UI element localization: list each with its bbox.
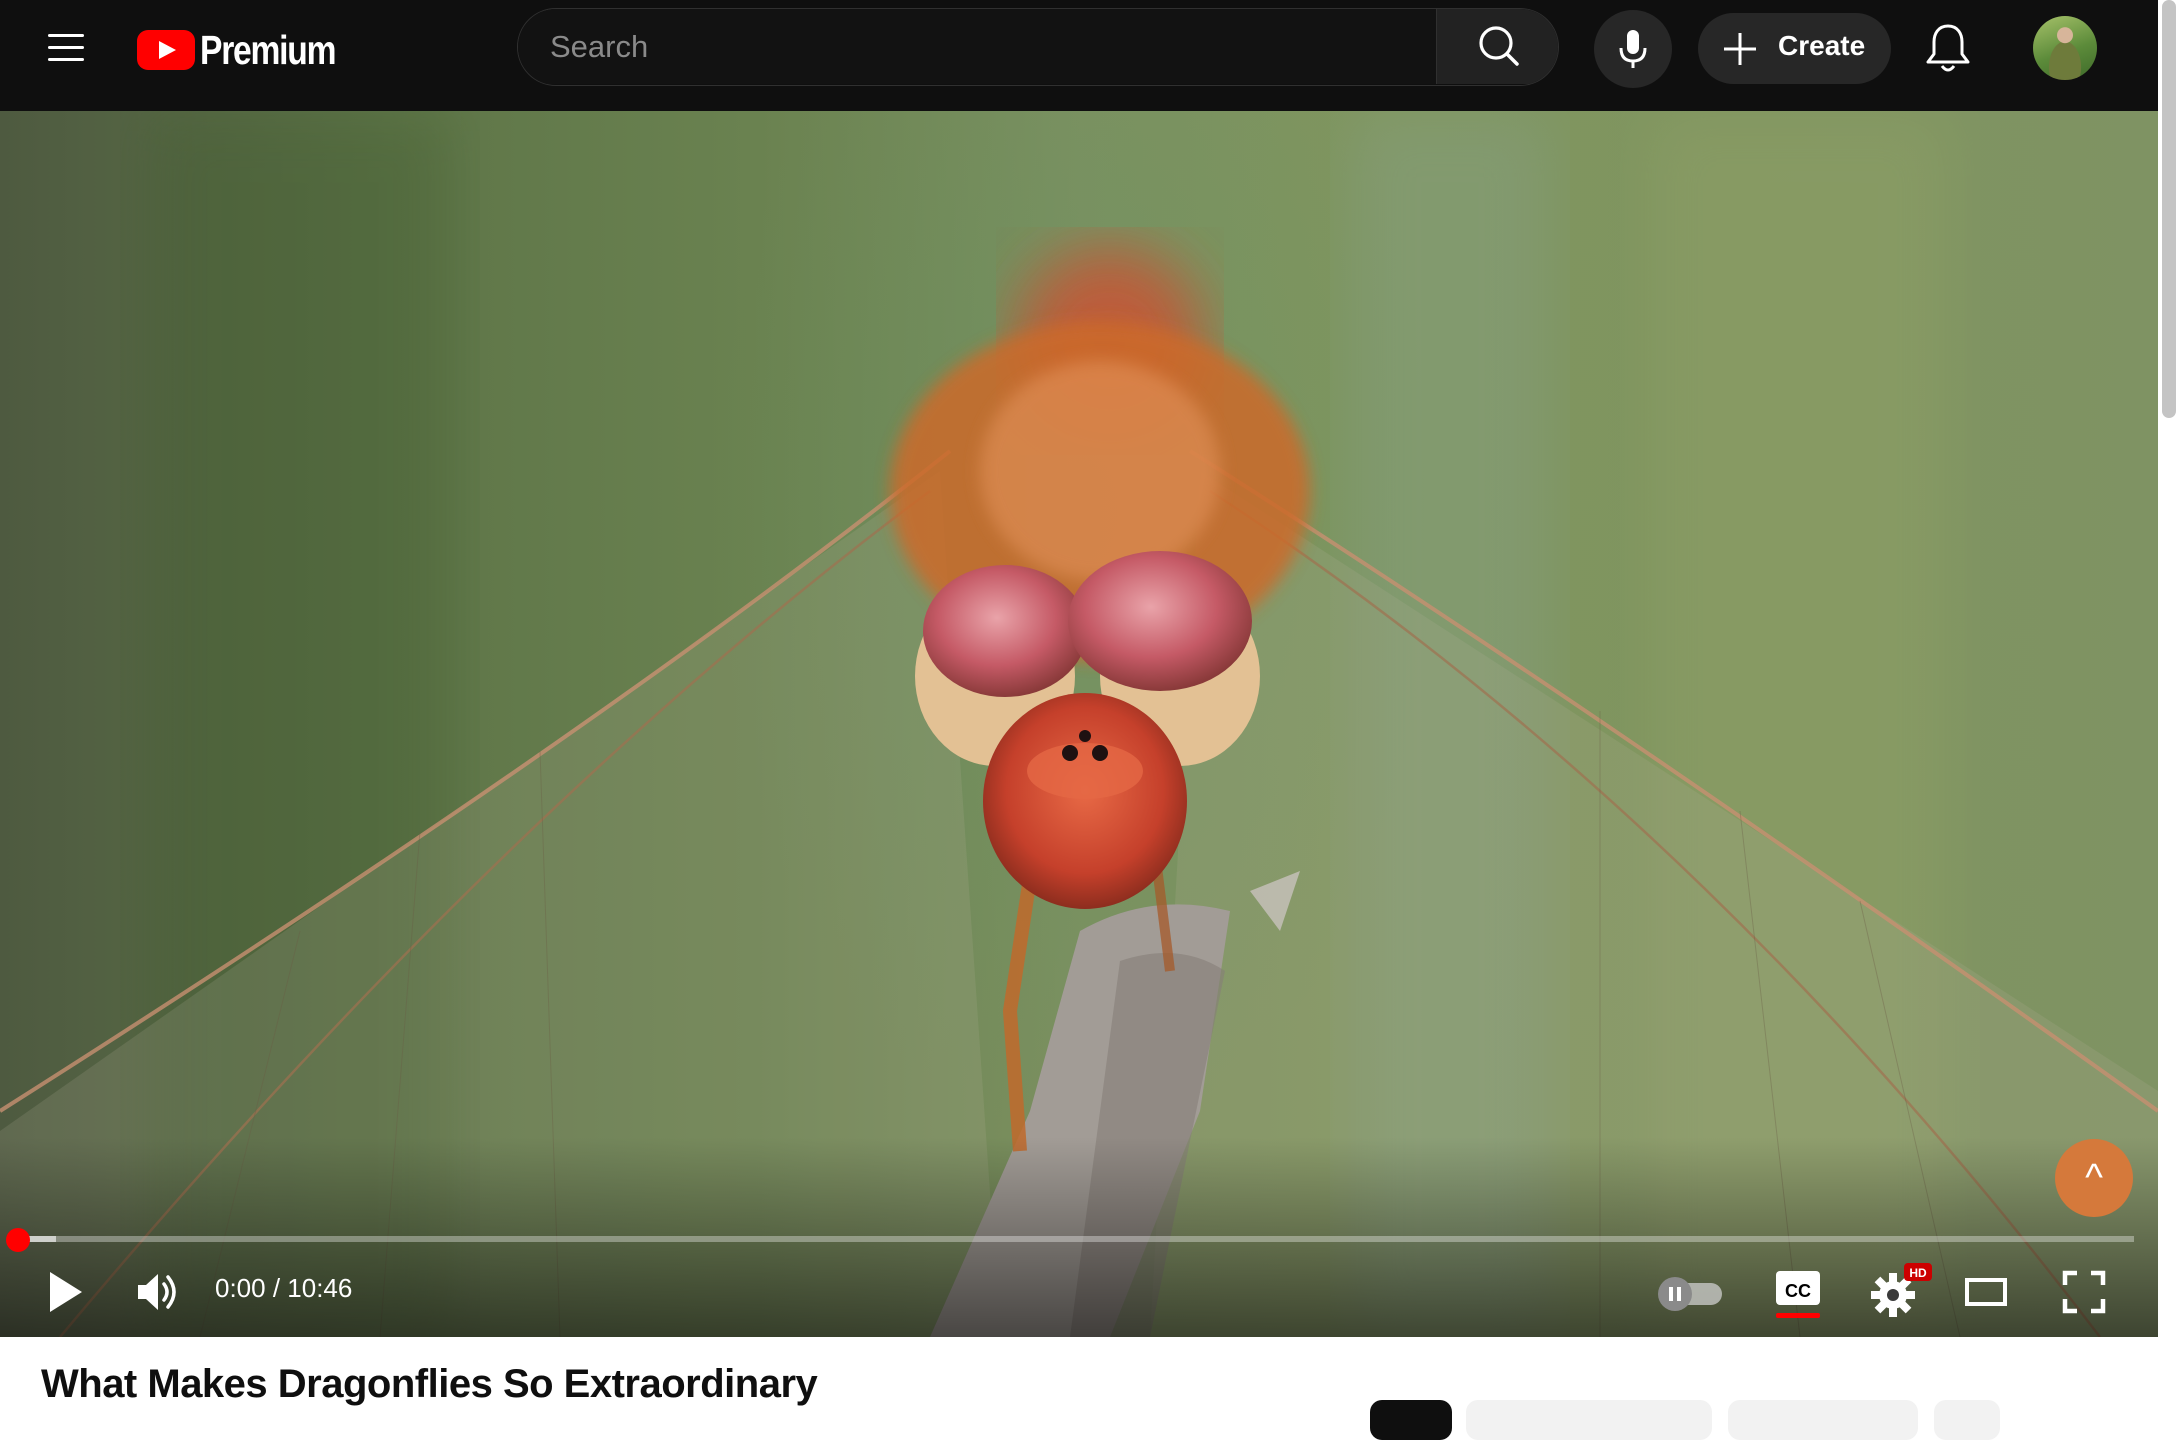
captions-icon[interactable]: CC [1774, 1269, 1822, 1319]
filter-chip[interactable] [1728, 1400, 1918, 1440]
theater-mode-icon[interactable] [1964, 1275, 2008, 1309]
floating-assistant-button[interactable]: ^ [2055, 1139, 2133, 1217]
progress-bar[interactable] [18, 1236, 2134, 1242]
video-title: What Makes Dragonflies So Extraordinary [41, 1362, 818, 1406]
fullscreen-icon[interactable] [2062, 1270, 2106, 1314]
volume-icon[interactable] [134, 1270, 180, 1314]
avatar[interactable] [2033, 16, 2097, 80]
youtube-logo-icon [137, 30, 195, 70]
top-bar: Premium Create [0, 0, 2158, 111]
search-box [517, 8, 1559, 86]
time-display: 0:00 / 10:46 [215, 1273, 353, 1303]
plus-icon [1724, 33, 1756, 65]
bell-icon [1926, 24, 1970, 72]
search-input[interactable] [518, 9, 1436, 84]
notifications-button[interactable] [1922, 20, 1974, 76]
microphone-icon [1619, 30, 1647, 68]
progress-scrubber[interactable] [6, 1228, 30, 1252]
search-button[interactable] [1436, 9, 1558, 84]
filter-chip[interactable] [1934, 1400, 2000, 1440]
logo-text: Premium [200, 26, 336, 73]
autoplay-toggle-icon[interactable] [1656, 1274, 1724, 1312]
voice-search-button[interactable] [1594, 10, 1672, 88]
settings-icon[interactable]: HD [1866, 1261, 1938, 1319]
svg-text:CC: CC [1785, 1281, 1811, 1301]
filter-chip[interactable] [1466, 1400, 1712, 1440]
search-icon [1479, 26, 1519, 66]
play-icon[interactable] [44, 1268, 88, 1316]
menu-icon[interactable] [44, 30, 88, 66]
create-button[interactable]: Create [1698, 13, 1891, 84]
caret-up-icon: ^ [2085, 1157, 2103, 1199]
create-label: Create [1778, 30, 1866, 61]
youtube-premium-logo[interactable]: Premium [137, 27, 365, 73]
hd-badge: HD [1909, 1266, 1927, 1280]
video-player[interactable]: 0:00 / 10:46 CC HD ^ [0, 111, 2158, 1337]
page-scrollbar[interactable] [2162, 0, 2176, 418]
filter-chip-all[interactable] [1370, 1400, 1452, 1440]
